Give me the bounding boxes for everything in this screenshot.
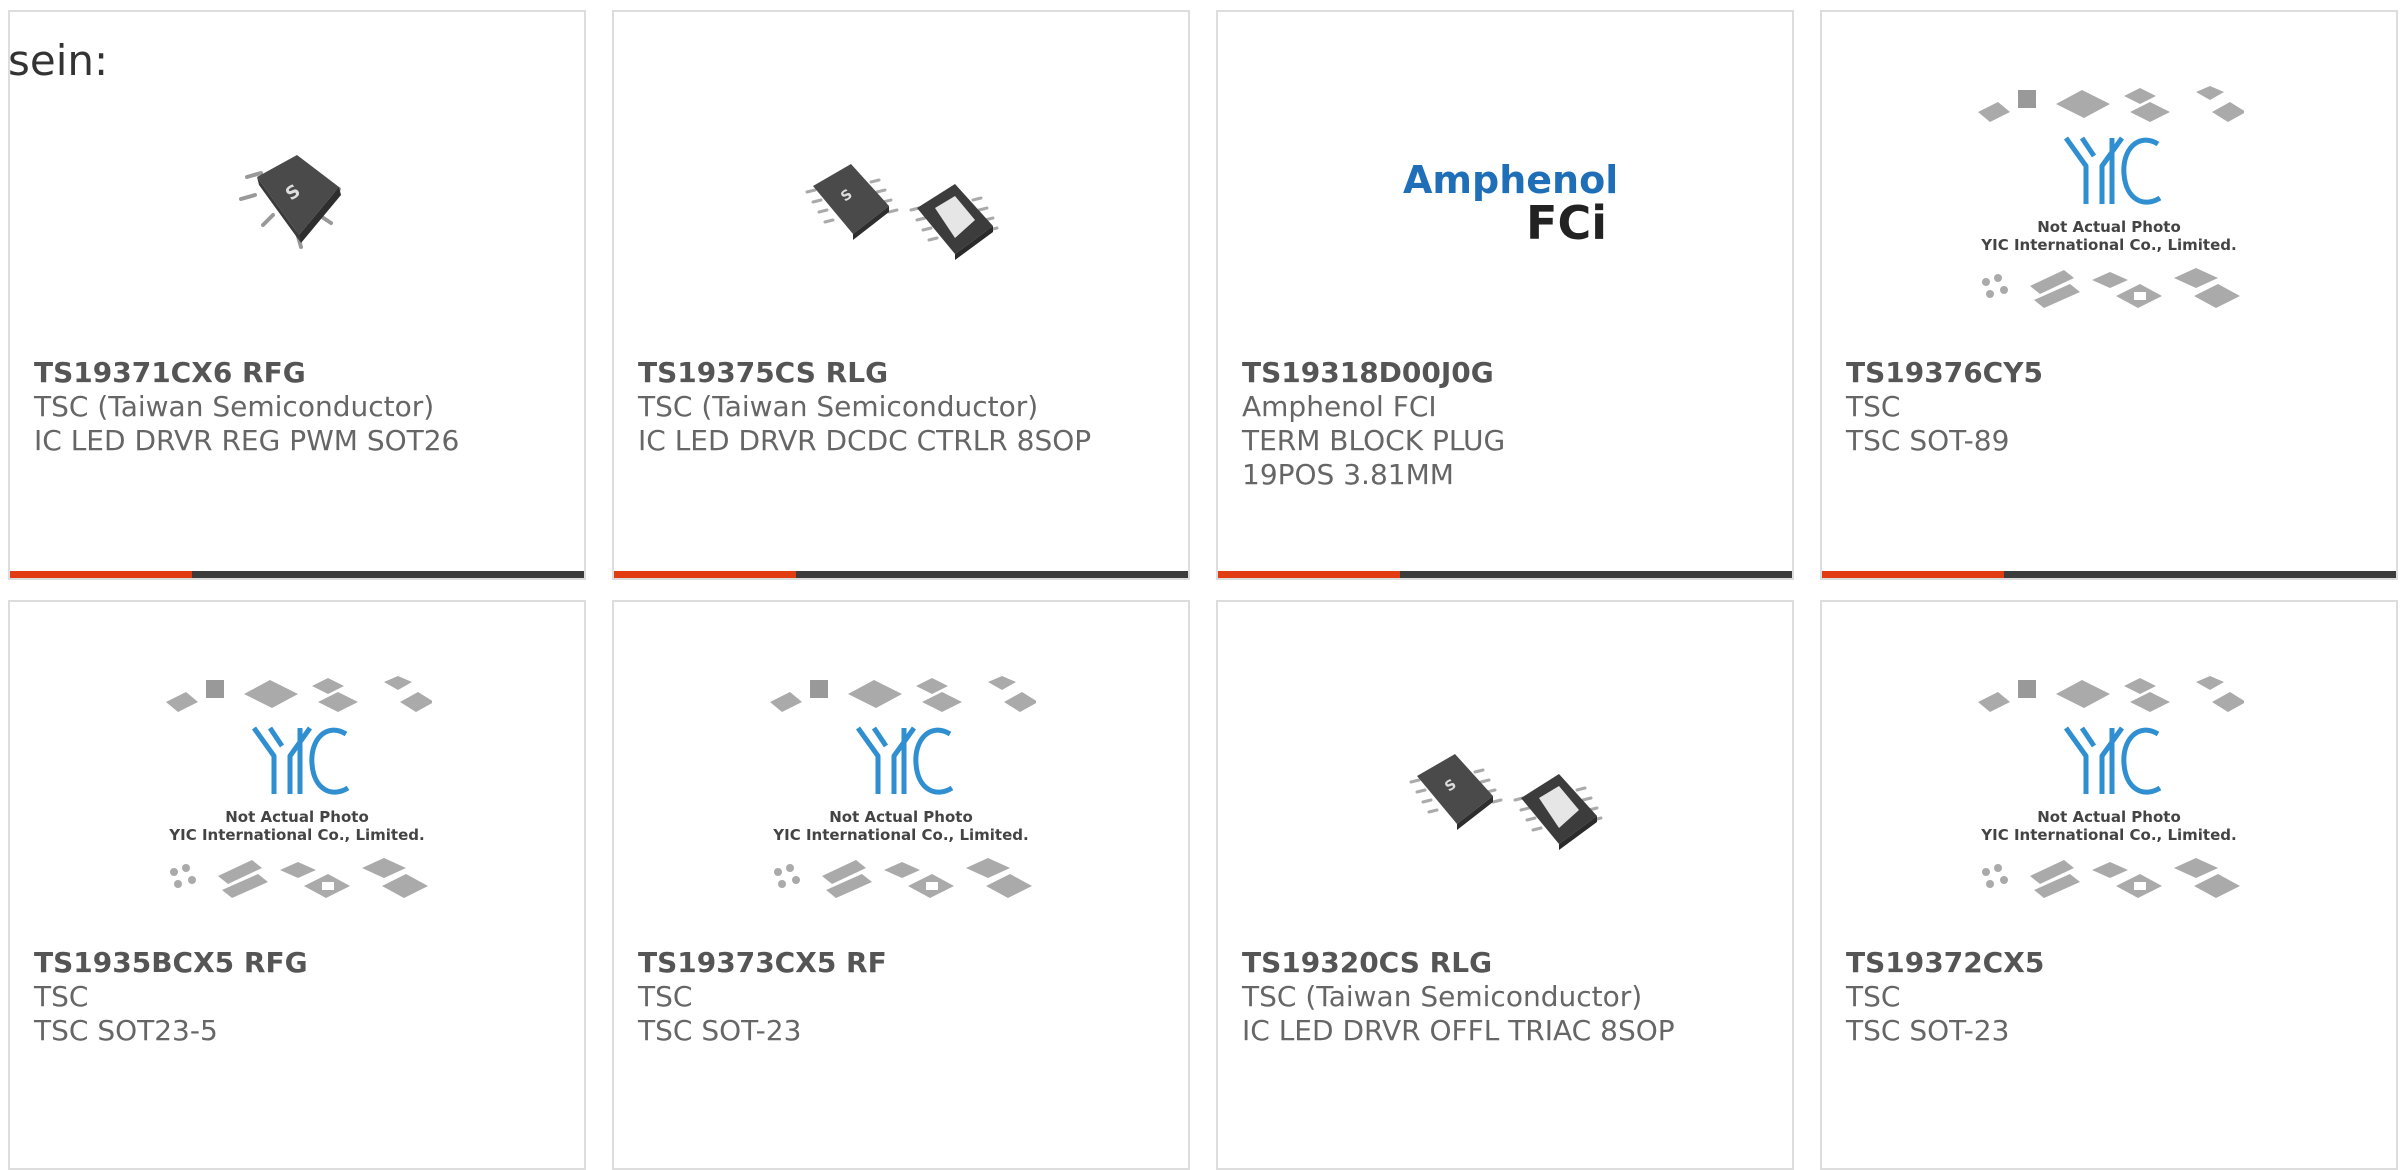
yic-placeholder-icon: Not Actual Photo YIC International Co., … <box>770 676 1036 898</box>
part-number[interactable]: TS19376CY5 <box>1846 356 2372 390</box>
product-image-sop8[interactable]: S <box>1218 642 1792 942</box>
manufacturer: TSC (Taiwan Semiconductor) <box>34 390 435 423</box>
part-number[interactable]: TS1935BCX5 RFG <box>34 946 560 980</box>
manufacturer: TSC <box>1846 980 1901 1013</box>
manufacturer: TSC <box>34 980 89 1013</box>
yic-placeholder-icon: Not Actual Photo YIC International Co., … <box>1978 86 2244 308</box>
description: TERM BLOCK PLUG 19POS 3.81MM <box>1242 424 1506 491</box>
part-number[interactable]: TS19318D00J0G <box>1242 356 1768 390</box>
sot26-chip-icon: S <box>239 155 341 249</box>
image-caption-line1: Not Actual Photo <box>2037 218 2181 236</box>
amphenol-logo-icon: Amphenol FCi <box>1403 158 1615 250</box>
part-number[interactable]: TS19320CS RLG <box>1242 946 1768 980</box>
description: IC LED DRVR DCDC CTRLR 8SOP <box>638 424 1092 457</box>
card-accent <box>1218 571 1400 578</box>
card-bottom-bar <box>1218 571 1792 578</box>
card-accent <box>1822 571 2004 578</box>
image-caption-line2: YIC International Co., Limited. <box>772 826 1028 844</box>
product-image-amphenol[interactable]: Amphenol FCi <box>1218 52 1792 352</box>
card-bottom-bar <box>10 571 584 578</box>
part-number[interactable]: TS19375CS RLG <box>638 356 1164 390</box>
image-caption-line1: Not Actual Photo <box>829 808 973 826</box>
amphenol-logo-line2: FCi <box>1526 196 1607 250</box>
product-card[interactable]: Amphenol FCi TS19318D00J0G Amphenol FCI … <box>1216 10 1794 580</box>
manufacturer: TSC <box>638 980 693 1013</box>
image-caption-line2: YIC International Co., Limited. <box>1980 826 2236 844</box>
product-card[interactable]: S TS19371CX6 RFG TSC (Taiwan Semiconduct… <box>8 10 586 580</box>
yic-placeholder-icon: Not Actual Photo YIC International Co., … <box>166 676 432 898</box>
product-card[interactable]: S TS19320CS RLG TSC (Taiwan Semiconducto… <box>1216 600 1794 1170</box>
description: TSC SOT-89 <box>1846 424 2010 457</box>
manufacturer: TSC (Taiwan Semiconductor) <box>1242 980 1643 1013</box>
image-caption-line2: YIC International Co., Limited. <box>168 826 424 844</box>
image-caption-line1: Not Actual Photo <box>2037 808 2181 826</box>
product-card[interactable]: Not Actual Photo YIC International Co., … <box>1820 600 2398 1170</box>
description: IC LED DRVR REG PWM SOT26 <box>34 424 460 457</box>
manufacturer: TSC (Taiwan Semiconductor) <box>638 390 1039 423</box>
product-card[interactable]: Not Actual Photo YIC International Co., … <box>8 600 586 1170</box>
card-bottom-bar <box>614 571 1188 578</box>
sop8-chips-icon: S <box>805 164 999 260</box>
product-image-yic[interactable]: Not Actual Photo YIC International Co., … <box>1822 642 2396 942</box>
part-number[interactable]: TS19372CX5 <box>1846 946 2372 980</box>
yic-placeholder-icon: Not Actual Photo YIC International Co., … <box>1978 676 2244 898</box>
description: TSC SOT-23 <box>1846 1014 2010 1047</box>
description: TSC SOT23-5 <box>34 1014 218 1047</box>
product-image-yic[interactable]: Not Actual Photo YIC International Co., … <box>614 642 1188 942</box>
card-accent <box>614 571 796 578</box>
sop8-chips-icon: S <box>1409 754 1603 850</box>
part-number[interactable]: TS19373CX5 RF <box>638 946 1164 980</box>
page-heading: sein: <box>8 36 109 85</box>
manufacturer: TSC <box>1846 390 1901 423</box>
product-card[interactable]: Not Actual Photo YIC International Co., … <box>612 600 1190 1170</box>
part-number[interactable]: TS19371CX6 RFG <box>34 356 560 390</box>
card-accent <box>10 571 192 578</box>
image-caption-line1: Not Actual Photo <box>225 808 369 826</box>
product-image-yic[interactable]: Not Actual Photo YIC International Co., … <box>10 642 584 942</box>
description: TSC SOT-23 <box>638 1014 802 1047</box>
product-card[interactable]: S TS19375CS RLG TSC (Taiwan Semiconducto… <box>612 10 1190 580</box>
product-image-sop8[interactable]: S <box>614 52 1188 352</box>
product-image-yic[interactable]: Not Actual Photo YIC International Co., … <box>1822 52 2396 352</box>
product-image-sot26[interactable]: S <box>10 52 584 352</box>
product-card[interactable]: Not Actual Photo YIC International Co., … <box>1820 10 2398 580</box>
description: IC LED DRVR OFFL TRIAC 8SOP <box>1242 1014 1675 1047</box>
manufacturer: Amphenol FCI <box>1242 390 1437 423</box>
card-bottom-bar <box>1822 571 2396 578</box>
image-caption-line2: YIC International Co., Limited. <box>1980 236 2236 254</box>
